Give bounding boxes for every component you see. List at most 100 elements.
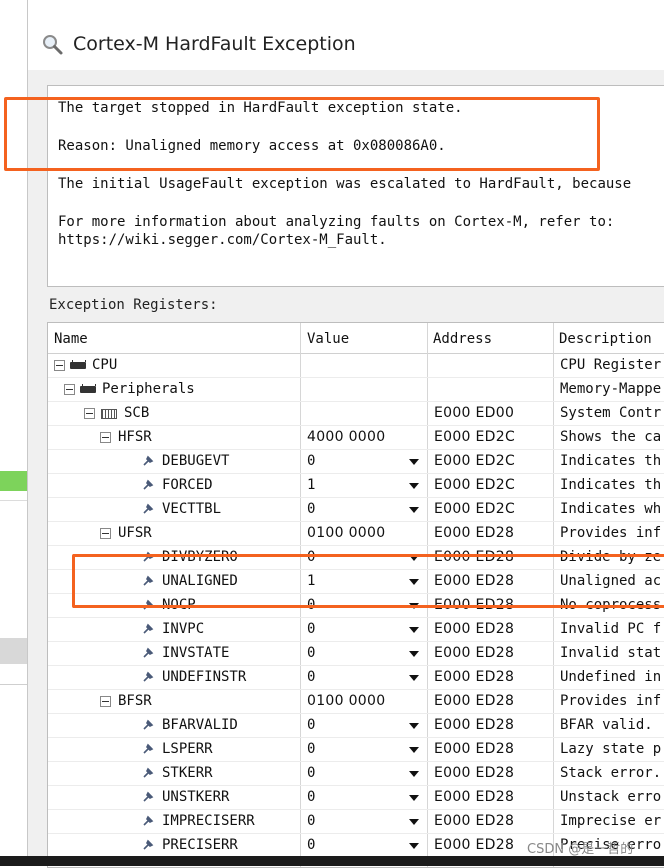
dropdown-arrow-icon[interactable] [409, 843, 419, 849]
table-row[interactable]: CPU CPU Register [48, 354, 664, 378]
register-address: E000 ED28 [434, 765, 515, 781]
table-row[interactable]: VECTTBL 0 E000 ED2C Indicates wh [48, 498, 664, 522]
dropdown-arrow-icon[interactable] [409, 747, 419, 753]
register-name: BFARVALID [162, 717, 238, 733]
value-dropdown[interactable]: 0 [301, 642, 427, 666]
value-dropdown[interactable]: 1 [301, 474, 427, 498]
table-row[interactable]: UNDEFINSTR 0 E000 ED28 Undefined in [48, 666, 664, 690]
value-dropdown[interactable]: 0 [301, 666, 427, 690]
dropdown-arrow-icon[interactable] [409, 819, 419, 825]
table-row[interactable]: STKERR 0 E000 ED28 Stack error. [48, 762, 664, 786]
collapse-toggle-icon[interactable] [64, 384, 75, 395]
register-name: STKERR [162, 765, 213, 781]
register-address: E000 ED2C [434, 477, 516, 493]
column-header-description[interactable]: Description [559, 331, 652, 347]
dropdown-arrow-icon[interactable] [409, 483, 419, 489]
table-row[interactable]: INVPC 0 E000 ED28 Invalid PC f [48, 618, 664, 642]
table-row[interactable]: UNSTKERR 0 E000 ED28 Unstack erro [48, 786, 664, 810]
dropdown-arrow-icon[interactable] [409, 459, 419, 465]
value-cell [301, 354, 427, 377]
value-dropdown[interactable]: 0 [301, 450, 427, 474]
value-dropdown[interactable]: 0 [301, 762, 427, 786]
value-dropdown[interactable]: 0 [301, 786, 427, 810]
dropdown-arrow-icon[interactable] [409, 627, 419, 633]
dialog-title: Cortex-M HardFault Exception [73, 33, 356, 55]
value-dropdown[interactable]: 0 [301, 498, 427, 522]
table-row[interactable]: UFSR 0100 0000 E000 ED28 Provides inf [48, 522, 664, 546]
register-value: 0 [307, 669, 316, 685]
dropdown-arrow-icon[interactable] [409, 507, 419, 513]
dropdown-arrow-icon[interactable] [409, 675, 419, 681]
table-row[interactable]: INVSTATE 0 E000 ED28 Invalid stat [48, 642, 664, 666]
register-name: Peripherals [102, 381, 195, 397]
table-row[interactable]: Peripherals Memory-Mappe [48, 378, 664, 402]
register-address: E000 ED00 [434, 405, 515, 421]
value-dropdown[interactable]: 0 [301, 714, 427, 738]
register-value: 0 [307, 837, 316, 853]
table-row[interactable]: FORCED 1 E000 ED2C Indicates th [48, 474, 664, 498]
collapse-toggle-icon[interactable] [54, 360, 65, 371]
dropdown-arrow-icon[interactable] [409, 723, 419, 729]
register-description: Unstack erro [560, 789, 662, 805]
bitfield-pin-icon [143, 623, 154, 634]
register-description: Memory-Mappe [560, 381, 662, 397]
strip-divider [0, 500, 27, 501]
table-row[interactable]: HFSR 4000 0000 E000 ED2C Shows the ca [48, 426, 664, 450]
collapse-toggle-icon[interactable] [100, 528, 111, 539]
register-name: UNSTKERR [162, 789, 230, 805]
value-dropdown[interactable]: 0 [301, 810, 427, 834]
message-line-more-info: For more information about analyzing fau… [58, 214, 615, 230]
table-header: Name Value Address Description [48, 323, 664, 354]
register-name: IMPRECISERR [162, 813, 255, 829]
register-value: 0 [307, 789, 316, 805]
bitfield-pin-icon [143, 815, 154, 826]
collapse-toggle-icon[interactable] [84, 408, 95, 419]
register-value: 1 [307, 477, 316, 493]
register-name: SCB [124, 405, 150, 421]
bitfield-pin-icon [143, 455, 154, 466]
bitfield-pin-icon [143, 767, 154, 778]
value-dropdown[interactable]: 0 [301, 834, 427, 858]
value-cell [301, 378, 427, 401]
column-header-value[interactable]: Value [307, 331, 349, 347]
register-description: Provides inf [560, 693, 662, 709]
dropdown-arrow-icon[interactable] [409, 651, 419, 657]
register-value: 4000 0000 [307, 429, 386, 445]
value-dropdown[interactable]: 0 [301, 738, 427, 762]
chip-icon [70, 360, 86, 369]
bitfield-pin-icon [143, 743, 154, 754]
message-link-wiki[interactable]: https://wiki.segger.com/Cortex-M_Fault. [58, 232, 387, 248]
table-row[interactable]: IMPRECISERR 0 E000 ED28 Imprecise er [48, 810, 664, 834]
collapse-toggle-icon[interactable] [100, 696, 111, 707]
column-header-name[interactable]: Name [54, 331, 88, 347]
status-green-bar [0, 471, 27, 491]
register-value: 0 [307, 453, 316, 469]
register-description: Lazy state p [560, 741, 662, 757]
table-row[interactable]: DEBUGEVT 0 E000 ED2C Indicates th [48, 450, 664, 474]
column-header-address[interactable]: Address [433, 331, 492, 347]
value-cell [301, 402, 427, 425]
table-row[interactable]: BFARVALID 0 E000 ED28 BFAR valid. [48, 714, 664, 738]
table-row[interactable]: SCB E000 ED00 System Contr [48, 402, 664, 426]
register-description: Indicates wh [560, 501, 662, 517]
register-value: 0 [307, 765, 316, 781]
register-description: Invalid PC f [560, 621, 662, 637]
register-value: 0 [307, 717, 316, 733]
register-address: E000 ED28 [434, 525, 515, 541]
register-address: E000 ED28 [434, 693, 515, 709]
register-address: E000 ED28 [434, 621, 515, 637]
register-block-icon [101, 409, 117, 419]
register-description: Indicates th [560, 477, 662, 493]
exception-registers-label: Exception Registers: [49, 297, 218, 313]
register-value: 0 [307, 645, 316, 661]
register-description: Imprecise er [560, 813, 662, 829]
table-row[interactable]: LSPERR 0 E000 ED28 Lazy state p [48, 738, 664, 762]
dropdown-arrow-icon[interactable] [409, 771, 419, 777]
table-row[interactable]: BFSR 0100 0000 E000 ED28 Provides inf [48, 690, 664, 714]
register-description: Indicates th [560, 453, 662, 469]
dropdown-arrow-icon[interactable] [409, 795, 419, 801]
highlight-box-unaligned [72, 554, 664, 608]
strip-gray-block [0, 638, 27, 664]
collapse-toggle-icon[interactable] [100, 432, 111, 443]
value-dropdown[interactable]: 0 [301, 618, 427, 642]
